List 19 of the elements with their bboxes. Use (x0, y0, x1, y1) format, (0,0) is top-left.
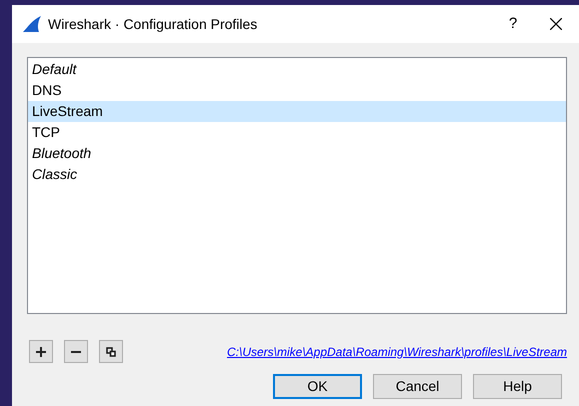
help-button[interactable]: ? (493, 9, 533, 39)
remove-profile-button[interactable] (64, 340, 88, 363)
dialog-button[interactable]: Cancel (373, 374, 462, 399)
profile-path-link[interactable]: C:\Users\mike\AppData\Roaming\Wireshark\profiles\LiveStream (226, 342, 567, 360)
profile-item[interactable]: LiveStream (28, 101, 566, 122)
profile-item[interactable]: Bluetooth (28, 143, 566, 164)
add-profile-button[interactable] (29, 340, 53, 363)
window-title: Wireshark · Configuration Profiles (48, 14, 258, 34)
dialog-button[interactable]: OK (273, 374, 362, 399)
copy-icon (106, 346, 116, 356)
profile-item[interactable]: DNS (28, 80, 566, 101)
profile-item[interactable]: Default (28, 59, 566, 80)
close-icon[interactable] (550, 18, 562, 30)
dialog-button[interactable]: Help (473, 374, 562, 399)
profile-item[interactable]: Classic (28, 164, 566, 185)
fin-icon (22, 15, 42, 33)
copy-profile-button[interactable] (99, 340, 123, 363)
profile-item[interactable]: TCP (28, 122, 566, 143)
plus-icon (36, 346, 46, 356)
